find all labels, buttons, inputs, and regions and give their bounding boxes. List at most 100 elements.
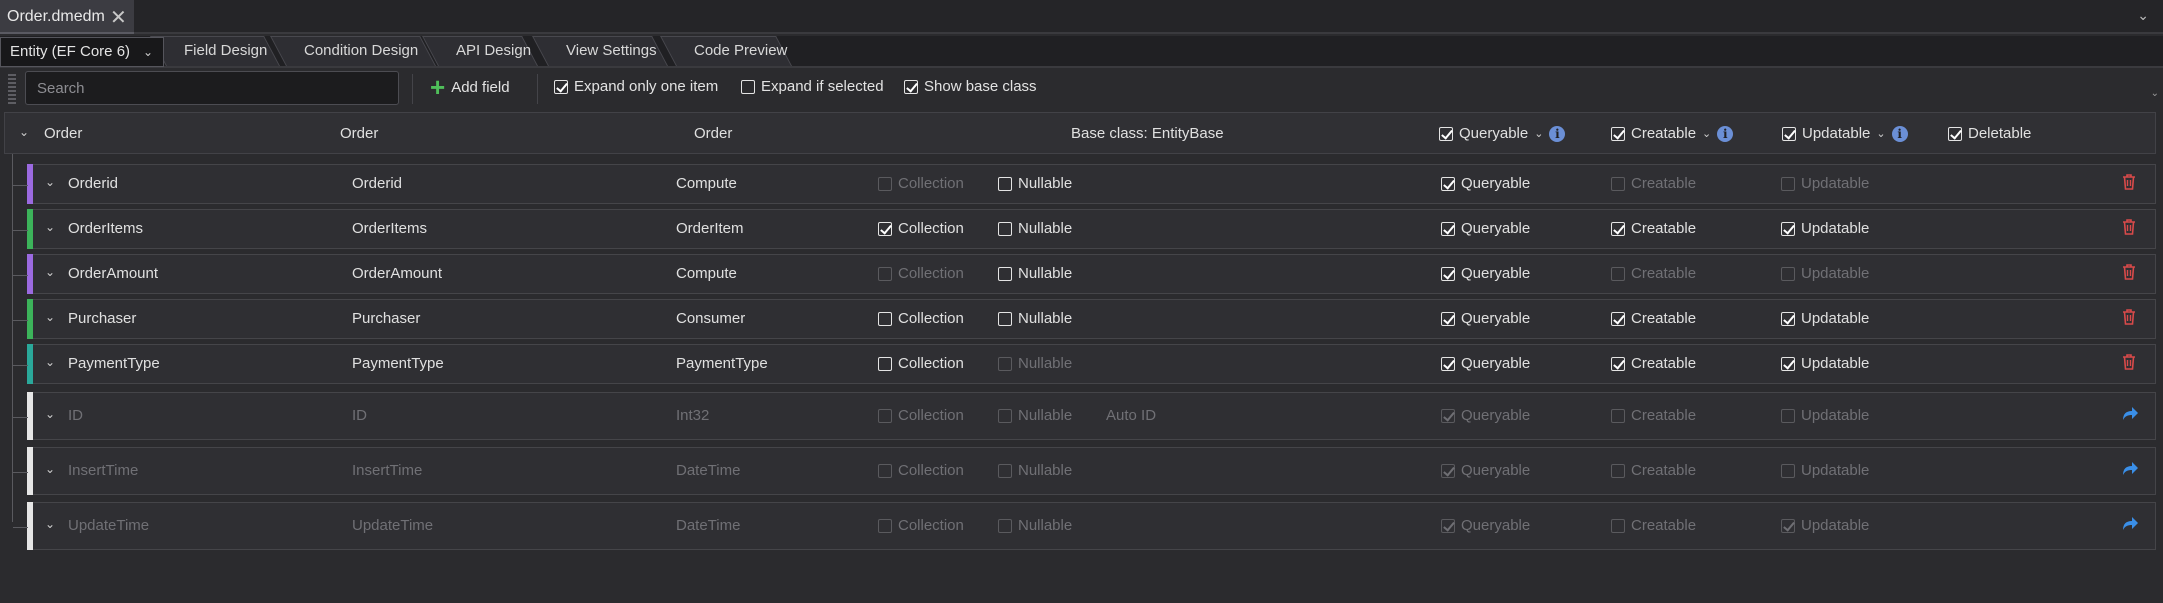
checkbox-unchecked-icon[interactable] [998,311,1012,326]
field-type: Int32 [676,407,710,424]
creatable-checkbox[interactable]: Creatable [1611,310,1696,327]
show-base-class-checkbox[interactable]: Show base class [904,78,1037,95]
creatable-checkbox[interactable]: Creatable [1611,355,1696,372]
trash-icon[interactable] [2121,263,2137,281]
tree-connector [13,472,28,473]
tab-api-design[interactable]: API Design [422,36,548,66]
trash-icon[interactable] [2121,308,2137,326]
checkbox-checked-icon[interactable] [1441,176,1455,191]
nullable-checkbox[interactable]: Nullable [998,310,1072,327]
chevron-down-icon[interactable]: ⌄ [45,265,55,279]
creatable-checkbox[interactable]: Creatable [1611,220,1696,237]
checkbox-unchecked-icon[interactable] [998,176,1012,191]
checkbox-checked-icon[interactable] [1611,126,1625,141]
checkbox-unchecked-icon[interactable] [878,356,892,371]
info-icon[interactable]: i [1891,125,1908,142]
expand-only-one-checkbox[interactable]: Expand only one item [554,78,718,95]
checkbox-checked-icon[interactable] [1948,126,1962,141]
trash-icon[interactable] [2121,173,2137,191]
checkbox-checked-icon[interactable] [1782,126,1796,141]
trash-icon[interactable] [2121,353,2137,371]
checkbox-checked-icon[interactable] [1781,311,1795,326]
search-input[interactable] [25,71,399,105]
share-icon[interactable] [2121,405,2139,421]
checkbox-checked-icon[interactable] [904,79,918,94]
nullable-checkbox[interactable]: Nullable [998,175,1072,192]
checkbox-checked-icon[interactable] [1439,126,1453,141]
chevron-down-icon[interactable]: ⌄ [2137,7,2149,24]
nullable-checkbox[interactable]: Nullable [998,265,1072,282]
queryable-checkbox[interactable]: Queryable [1441,310,1530,327]
checkbox-checked-icon[interactable] [1441,221,1455,236]
collection-checkbox[interactable]: Collection [878,355,964,372]
header-queryable-checkbox[interactable]: Queryable ⌄ i [1439,125,1566,142]
share-icon[interactable] [2121,460,2139,476]
checkbox-checked-icon[interactable] [1611,221,1625,236]
tree-connector [13,185,28,186]
checkbox-label: Creatable [1631,220,1697,237]
chevron-down-icon[interactable]: ⌄ [45,462,55,476]
chevron-down-icon[interactable]: ⌄ [1702,127,1711,140]
checkbox-unchecked-icon[interactable] [741,79,755,94]
drag-handle-icon[interactable] [8,74,16,104]
chevron-down-icon[interactable]: ⌄ [45,407,55,421]
checkbox-checked-icon[interactable] [1441,311,1455,326]
field-type: OrderItem [676,220,744,237]
entity-type-select[interactable]: Entity (EF Core 6) ⌄ [0,37,164,67]
queryable-checkbox[interactable]: Queryable [1441,355,1530,372]
tab-code-preview[interactable]: Code Preview [660,36,800,66]
chevron-down-icon[interactable]: ⌄ [45,517,55,531]
collection-checkbox[interactable]: Collection [878,310,964,327]
updatable-checkbox[interactable]: Updatable [1781,220,1869,237]
trash-icon[interactable] [2121,218,2137,236]
field-name: OrderItems [68,220,144,237]
tab-field-design[interactable]: Field Design [150,36,290,66]
chevron-down-icon[interactable]: ⌄ [45,355,55,369]
collection-checkbox[interactable]: Collection [878,220,964,237]
queryable-checkbox[interactable]: Queryable [1441,220,1530,237]
chevron-down-icon[interactable]: ⌄ [45,310,55,324]
checkbox-unchecked-icon [878,408,892,423]
toolbar-divider [537,74,538,104]
chevron-down-icon[interactable]: ⌄ [1876,127,1885,140]
header-creatable-checkbox[interactable]: Creatable ⌄ i [1611,125,1734,142]
info-icon[interactable]: i [1717,125,1734,142]
expand-if-selected-checkbox[interactable]: Expand if selected [741,78,884,95]
checkbox-checked-icon[interactable] [1781,221,1795,236]
tab-condition-design[interactable]: Condition Design [270,36,446,66]
header-deletable-checkbox[interactable]: Deletable [1948,125,2031,142]
queryable-checkbox[interactable]: Queryable [1441,265,1530,282]
checkbox-unchecked-icon[interactable] [998,221,1012,236]
header-updatable-checkbox[interactable]: Updatable ⌄ i [1782,125,1908,142]
close-icon[interactable]: ✕ [110,5,127,30]
checkbox-checked-icon[interactable] [554,79,568,94]
checkbox-checked-icon[interactable] [878,221,892,236]
toolbar-overflow-icon[interactable]: ⌄ [2151,88,2159,99]
updatable-checkbox[interactable]: Updatable [1781,310,1869,327]
checkbox-unchecked-icon[interactable] [878,311,892,326]
checkbox-label: Updatable [1801,407,1870,424]
document-tab[interactable]: Order.dmedm ✕ [0,0,134,34]
checkbox-checked-icon[interactable] [1441,356,1455,371]
nullable-checkbox[interactable]: Nullable [998,220,1072,237]
chevron-down-icon[interactable]: ⌄ [1534,127,1543,140]
tab-label: Field Design [184,42,268,59]
field-type: Compute [676,175,737,192]
chevron-down-icon[interactable]: ⌄ [45,220,55,234]
checkbox-checked-icon[interactable] [1781,356,1795,371]
share-icon[interactable] [2121,515,2139,531]
queryable-checkbox[interactable]: Queryable [1441,175,1530,192]
add-field-button[interactable]: + Add field [430,74,510,100]
chevron-down-icon[interactable]: ⌄ [19,125,29,139]
checkbox-checked-icon[interactable] [1611,356,1625,371]
field-type: DateTime [676,517,741,534]
field-type: Consumer [676,310,746,327]
tab-view-settings[interactable]: View Settings [532,36,676,66]
checkbox-checked-icon[interactable] [1441,266,1455,281]
info-icon[interactable]: i [1549,125,1566,142]
chevron-down-icon[interactable]: ⌄ [45,175,55,189]
checkbox-checked-icon[interactable] [1611,311,1625,326]
updatable-checkbox[interactable]: Updatable [1781,355,1869,372]
checkbox-unchecked-icon[interactable] [998,266,1012,281]
checkbox-label: Creatable [1631,175,1697,192]
